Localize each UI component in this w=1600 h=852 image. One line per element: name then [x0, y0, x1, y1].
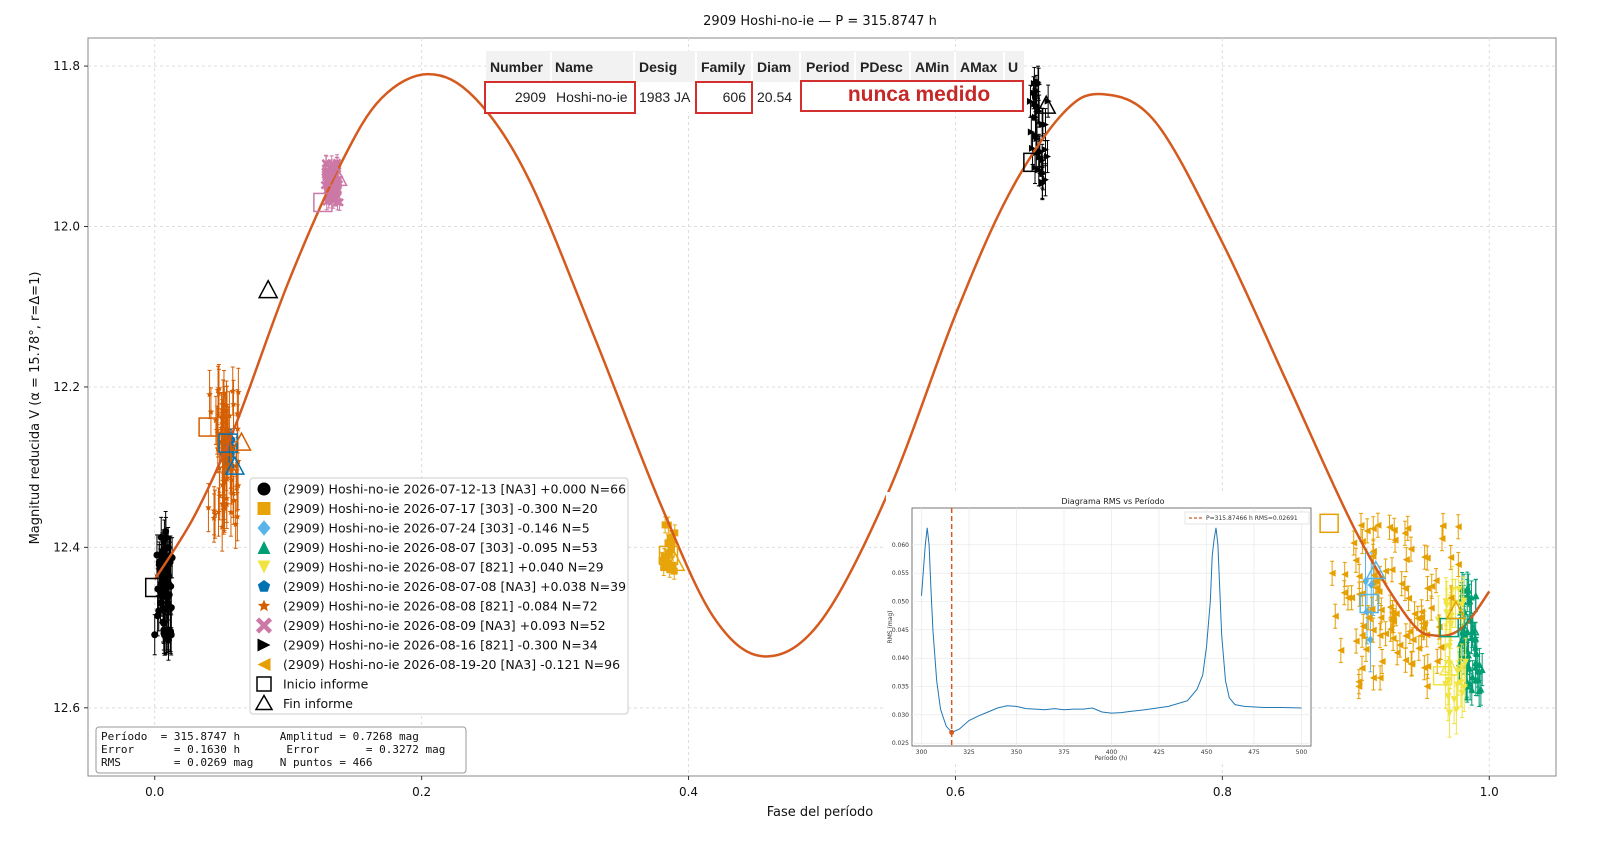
legend-label: (2909) Hoshi-no-ie 2026-07-12-13 [NA3] +… — [283, 482, 626, 497]
legend-marker — [257, 482, 271, 496]
info-name: Hoshi-no-ie — [556, 89, 628, 105]
table-header: PDesc — [860, 59, 903, 75]
chart-title: 2909 Hoshi-no-ie — P = 315.8747 h — [703, 14, 937, 29]
data-point — [164, 636, 172, 644]
stats-line-3: RMS = 0.0269 mag N puntos = 466 — [101, 756, 373, 769]
legend-label: Fin informe — [283, 696, 353, 711]
inset-y-tick-label: 0.025 — [892, 740, 909, 747]
x-tick-label: 0.8 — [1213, 785, 1232, 799]
inset-y-tick-label: 0.035 — [892, 684, 909, 691]
inset-y-label: RMS (mag) — [887, 610, 894, 643]
table-header: Diam — [757, 59, 791, 75]
info-diam: 20.54 — [757, 89, 792, 105]
data-point — [163, 628, 171, 636]
legend-label: (2909) Hoshi-no-ie 2026-08-08 [821] -0.0… — [283, 599, 598, 614]
info-family: 606 — [723, 89, 747, 105]
x-tick-label: 0.4 — [679, 785, 698, 799]
inset-rms-chart: Diagrama RMS vs Período 300 325 350 375 400 4… — [886, 492, 1312, 762]
legend: (2909) Hoshi-no-ie 2026-07-12-13 [NA3] +… — [249, 477, 629, 715]
y-axis-ticks: 11.8 12.0 12.2 12.4 12.6 — [53, 59, 88, 715]
inset-x-tick-label: 300 — [916, 749, 928, 756]
inset-x-tick-label: 425 — [1153, 749, 1165, 756]
inset-x-tick-label: 475 — [1248, 749, 1260, 756]
inset-y-tick-label: 0.060 — [892, 542, 909, 549]
inset-best-period-point — [949, 729, 955, 735]
light-curve-chart: 2909 Hoshi-no-ie — P = 315.8747 h 0.0 0.2… — [28, 14, 1557, 820]
data-point — [165, 591, 173, 599]
info-desig: 1983 JA — [639, 89, 691, 105]
data-point — [162, 528, 170, 536]
info-number: 2909 — [515, 89, 546, 105]
info-table: Number Name Desig Family Diam Period PDesc AMin… — [484, 51, 1024, 114]
stats-box: Período = 315.8747 h Amplitud = 0.7268 m… — [95, 726, 467, 774]
table-header: Period — [806, 59, 850, 75]
x-axis-ticks: 0.0 0.2 0.4 0.6 0.8 1.0 — [145, 776, 1499, 799]
inset-x-label: Período (h) — [1095, 755, 1128, 762]
inset-y-tick-label: 0.030 — [892, 712, 909, 719]
table-header: Name — [555, 59, 593, 75]
table-header: AMin — [915, 59, 949, 75]
inset-y-tick-label: 0.050 — [892, 599, 909, 606]
legend-label: (2909) Hoshi-no-ie 2026-08-07-08 [NA3] +… — [283, 579, 626, 594]
table-header: Number — [490, 59, 543, 75]
legend-label: Inicio informe — [283, 677, 369, 692]
inset-legend-text: P=315.87466 h RMS=0.02691 — [1206, 515, 1298, 522]
legend-label: (2909) Hoshi-no-ie 2026-08-07 [821] +0.0… — [283, 560, 604, 575]
inset-y-tick-label: 0.055 — [892, 570, 909, 577]
x-tick-label: 0.6 — [946, 785, 965, 799]
legend-label: (2909) Hoshi-no-ie 2026-08-09 [NA3] +0.0… — [283, 618, 606, 633]
legend-label: (2909) Hoshi-no-ie 2026-08-07 [303] -0.0… — [283, 540, 598, 555]
table-header: U — [1008, 59, 1018, 75]
inset-y-tick-label: 0.045 — [892, 627, 909, 634]
table-header: Family — [701, 59, 746, 75]
table-header: AMax — [960, 59, 998, 75]
inset-background — [886, 492, 1312, 762]
legend-label: (2909) Hoshi-no-ie 2026-08-16 [821] -0.3… — [283, 638, 598, 653]
stats-line-1: Período = 315.8747 h Amplitud = 0.7268 m… — [101, 730, 419, 743]
y-tick-label: 12.4 — [53, 540, 80, 554]
legend-label: (2909) Hoshi-no-ie 2026-07-24 [303] -0.1… — [283, 521, 590, 536]
inset-x-tick-label: 325 — [963, 749, 975, 756]
inset-title: Diagrama RMS vs Período — [1061, 497, 1164, 506]
inset-x-tick-label: 500 — [1296, 749, 1308, 756]
y-tick-label: 11.8 — [53, 59, 80, 73]
x-axis-label: Fase del período — [767, 805, 874, 820]
y-tick-label: 12.0 — [53, 220, 80, 234]
legend-label: (2909) Hoshi-no-ie 2026-08-19-20 [NA3] -… — [283, 657, 620, 672]
legend-marker — [257, 502, 271, 515]
x-tick-label: 0.2 — [412, 785, 431, 799]
x-tick-label: 0.0 — [145, 785, 164, 799]
legend-label: (2909) Hoshi-no-ie 2026-07-17 [303] -0.3… — [283, 501, 598, 516]
stats-line-2: Error = 0.1630 h Error = 0.3272 mag — [101, 743, 445, 756]
y-tick-label: 12.2 — [53, 380, 80, 394]
x-tick-label: 1.0 — [1480, 785, 1499, 799]
table-header: Desig — [639, 59, 677, 75]
inset-x-tick-label: 375 — [1058, 749, 1070, 756]
inset-x-tick-label: 450 — [1201, 749, 1213, 756]
data-point — [160, 536, 168, 544]
y-tick-label: 12.6 — [53, 701, 80, 715]
y-axis-label: Magnitud reducida V (α = 15.78°, r=Δ=1) — [28, 272, 43, 545]
info-note: nunca medido — [848, 83, 990, 106]
inset-x-tick-label: 350 — [1011, 749, 1023, 756]
inset-y-tick-label: 0.040 — [892, 655, 909, 662]
